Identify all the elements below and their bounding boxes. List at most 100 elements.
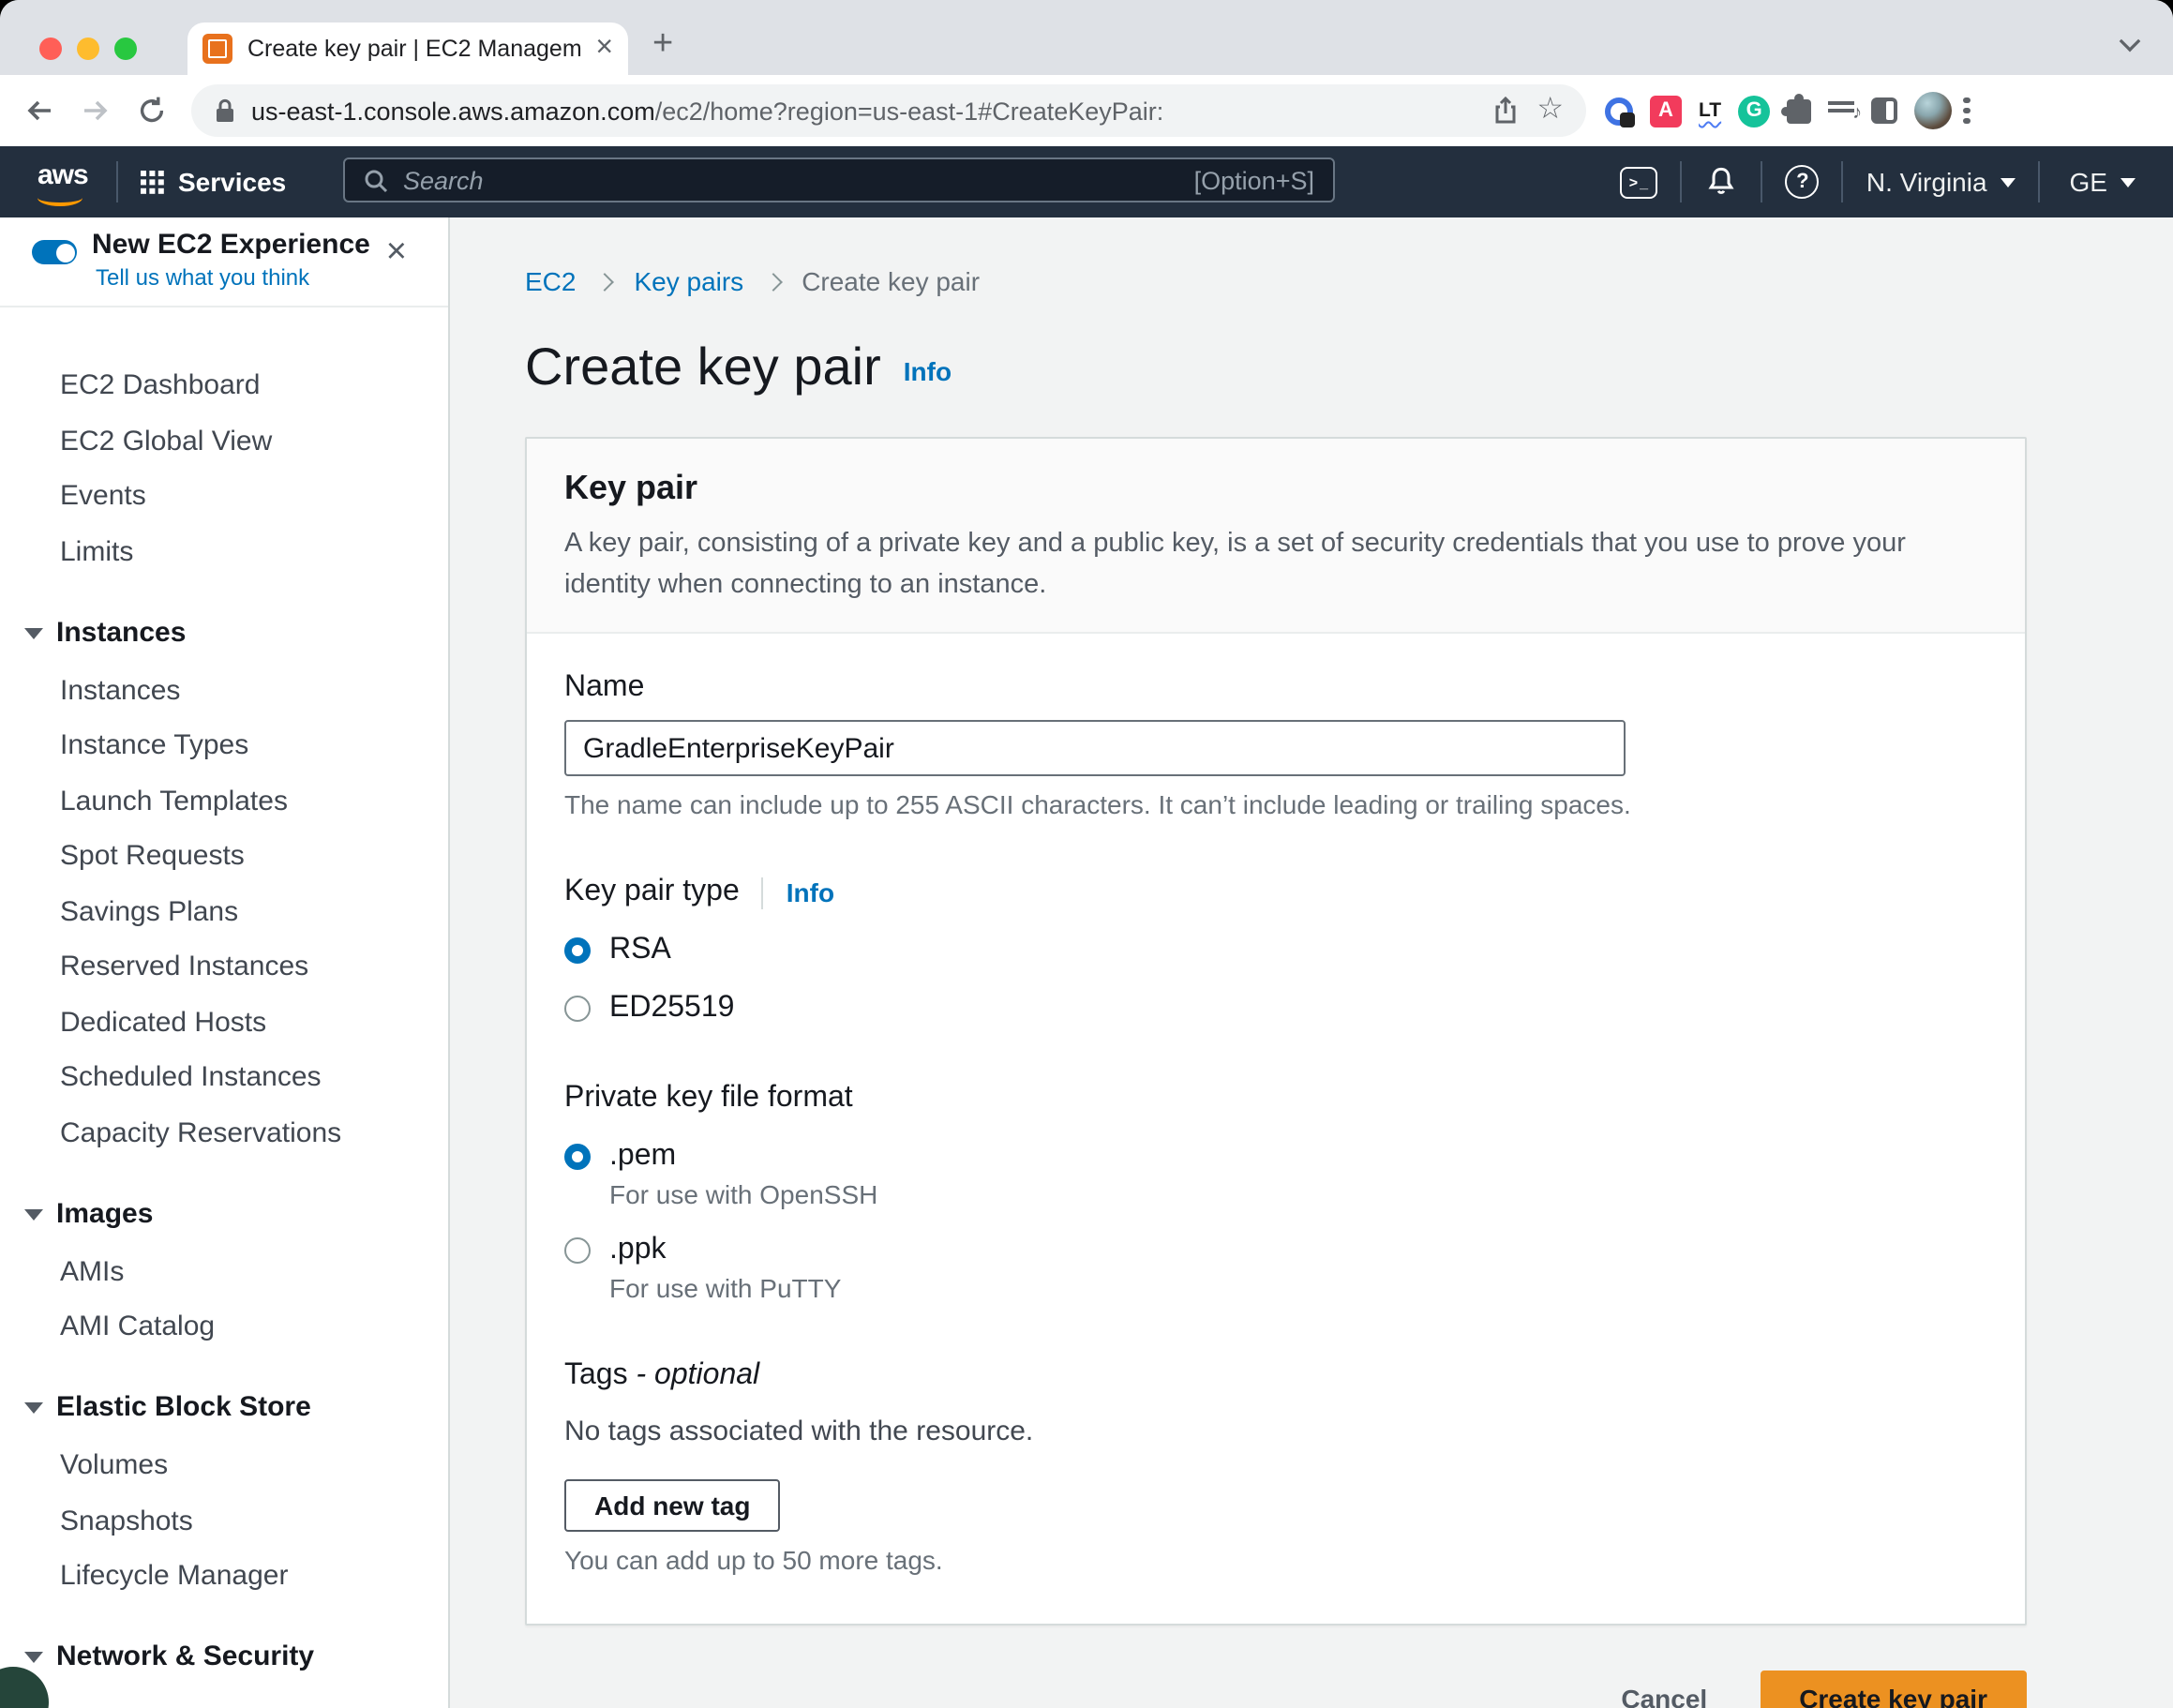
notifications-bell-icon[interactable] [1705,165,1739,199]
sidebar-section-ebs[interactable]: Elastic Block Store [0,1389,448,1427]
radio-pem[interactable]: .pem [564,1140,1987,1174]
sidebar-item-reserved-instances[interactable]: Reserved Instances [0,949,448,986]
triangle-down-icon [24,627,43,638]
sidebar-item-events[interactable]: Events [0,478,448,516]
radio-unselected-icon[interactable] [564,1237,591,1264]
sidebar-item-spot-requests[interactable]: Spot Requests [0,838,448,876]
breadcrumb-ec2[interactable]: EC2 [525,266,576,296]
sidebar-item-volumes[interactable]: Volumes [0,1447,448,1485]
format-label: Private key file format [564,1082,1987,1116]
onepassword-extension-icon[interactable] [1605,97,1633,125]
back-icon[interactable] [22,94,56,127]
region-selector[interactable]: N. Virginia [1866,167,1987,197]
cloudshell-icon[interactable]: >_ [1621,166,1658,198]
sidepanel-extension-icon[interactable] [1871,97,1897,124]
tags-help: You can add up to 50 more tags. [564,1545,1987,1575]
sidebar-item-ec2-dashboard[interactable]: EC2 Dashboard [0,367,448,405]
browser-tab[interactable]: Create key pair | EC2 Managem × [187,22,628,75]
sidebar-item-instance-types[interactable]: Instance Types [0,727,448,765]
grammarly-extension-icon[interactable]: G [1738,95,1770,127]
sidebar-item-ami-catalog[interactable]: AMI Catalog [0,1309,448,1346]
cancel-button[interactable]: Cancel [1621,1684,1707,1708]
key-pair-card: Key pair A key pair, consisting of a pri… [525,437,2027,1626]
account-menu[interactable]: GE [2070,167,2107,197]
chevron-down-icon [2001,177,2016,187]
share-icon[interactable] [1491,96,1518,126]
card-body: Name The name can include up to 255 ASCI… [527,634,2025,1624]
help-icon[interactable]: ? [1786,165,1820,199]
divider [762,876,764,908]
sidebar-section-images[interactable]: Images [0,1195,448,1233]
services-grid-icon[interactable] [141,171,163,193]
sidebar-item-ec2-global-view[interactable]: EC2 Global View [0,423,448,460]
reload-icon[interactable] [135,94,169,127]
aws-logo[interactable]: aws [37,158,94,205]
sidebar-item-dedicated-hosts[interactable]: Dedicated Hosts [0,1004,448,1041]
sidebar-item-instances[interactable]: Instances [0,672,448,710]
new-tab-button[interactable]: + [652,24,673,66]
services-menu[interactable]: Services [178,167,286,197]
add-new-tag-button[interactable]: Add new tag [564,1479,780,1532]
url-text: us-east-1.console.aws.amazon.com/ec2/hom… [251,97,1476,125]
forward-icon[interactable] [79,94,112,127]
triangle-down-icon [24,1402,43,1414]
tab-close-icon[interactable]: × [595,34,613,64]
browser-window: Create key pair | EC2 Managem × + us-eas… [0,0,2173,1708]
languagetool-extension-icon[interactable]: LT [1699,99,1721,122]
radio-selected-icon[interactable] [564,1144,591,1170]
name-input[interactable] [564,720,1626,776]
radio-ppk[interactable]: .ppk [564,1234,1987,1267]
traffic-light-minimize[interactable] [77,37,99,60]
tags-empty-text: No tags associated with the resource. [564,1416,1987,1447]
card-title: Key pair [564,469,1987,508]
ppk-sublabel: For use with PuTTY [609,1273,1987,1303]
pem-sublabel: For use with OpenSSH [609,1179,1987,1209]
playlist-extension-icon[interactable] [1828,101,1854,105]
lock-icon[interactable] [214,97,236,124]
radio-selected-icon[interactable] [564,937,591,964]
chevron-right-icon [763,272,782,291]
card-description: A key pair, consisting of a private key … [564,523,1961,606]
sidebar-item-limits[interactable]: Limits [0,533,448,571]
sidebar-item-capacity-reservations[interactable]: Capacity Reservations [0,1115,448,1152]
tab-search-chevron-icon[interactable] [2120,31,2141,52]
extensions-puzzle-icon[interactable] [1787,98,1811,123]
profile-avatar[interactable] [1914,92,1952,129]
sidebar-section-instances[interactable]: Instances [0,614,448,652]
sidebar-section-network-security[interactable]: Network & Security [0,1639,448,1676]
close-icon[interactable]: × [386,234,407,270]
radio-ed25519[interactable]: ED25519 [564,992,1987,1026]
breadcrumb-key-pairs[interactable]: Key pairs [634,266,743,296]
sidebar-item-savings-plans[interactable]: Savings Plans [0,893,448,931]
sidebar-item-launch-templates[interactable]: Launch Templates [0,783,448,820]
sidebar-item-snapshots[interactable]: Snapshots [0,1503,448,1540]
create-key-pair-button[interactable]: Create key pair [1760,1671,2027,1708]
a-extension-icon[interactable]: A [1650,95,1682,127]
search-placeholder: Search [403,166,1194,194]
new-experience-toggle[interactable] [32,240,77,264]
sidebar-item-lifecycle-manager[interactable]: Lifecycle Manager [0,1558,448,1596]
url-bar[interactable]: us-east-1.console.aws.amazon.com/ec2/hom… [191,84,1586,137]
title-info-link[interactable]: Info [904,356,952,386]
browser-menu-dots-icon[interactable] [1963,97,1970,104]
aws-navbar: aws Services Search [Option+S] >_ ? N. V… [0,146,2173,217]
chevron-down-icon [2121,177,2136,187]
radio-rsa[interactable]: RSA [564,934,1987,967]
search-icon [364,168,388,192]
traffic-light-close[interactable] [39,37,62,60]
traffic-light-zoom[interactable] [114,37,137,60]
sidebar-item-amis[interactable]: AMIs [0,1253,448,1291]
feedback-link[interactable]: Tell us what you think [96,264,309,291]
new-experience-title: New EC2 Experience [92,229,370,261]
key-pair-type-label: Key pair type [564,876,740,909]
name-label: Name [564,671,1987,705]
page-title: Create key pairInfo [525,337,2173,397]
key-pair-type-info-link[interactable]: Info [787,877,834,907]
console-search-input[interactable]: Search [Option+S] [343,157,1335,202]
key-pair-type-row: Key pair type Info [564,876,1987,909]
sidebar-item-scheduled-instances[interactable]: Scheduled Instances [0,1059,448,1097]
bookmark-star-icon[interactable]: ☆ [1536,96,1564,126]
card-header: Key pair A key pair, consisting of a pri… [527,439,2025,634]
tab-strip: Create key pair | EC2 Managem × + [0,0,2173,75]
radio-unselected-icon[interactable] [564,996,591,1022]
